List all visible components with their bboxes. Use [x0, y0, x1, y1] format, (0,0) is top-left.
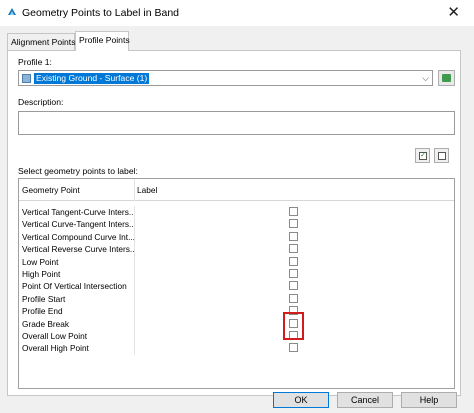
table-row: Vertical Compound Curve Int...	[19, 230, 454, 244]
geometry-point-name: Vertical Reverse Curve Inters...	[22, 244, 135, 255]
column-divider	[134, 317, 135, 330]
label-checkbox[interactable]	[289, 343, 298, 353]
check-all-button[interactable]: ✓	[415, 148, 430, 163]
geometry-point-name: Point Of Vertical Intersection	[22, 281, 127, 292]
grid-header: Geometry Point Label	[19, 179, 454, 201]
column-divider	[134, 255, 135, 268]
annotation-highlight-box	[283, 312, 304, 340]
column-divider	[134, 230, 135, 244]
label-checkbox[interactable]	[289, 207, 298, 216]
table-row: Overall High Point	[19, 342, 454, 355]
table-row: Overall Low Point	[19, 330, 454, 343]
geometry-point-name: Profile End	[22, 306, 63, 317]
uncheck-all-icon	[438, 152, 446, 160]
chevron-down-icon[interactable]: ⌵	[422, 73, 429, 84]
table-row: Profile Start	[19, 292, 454, 306]
table-row: Vertical Curve-Tangent Inters...	[19, 218, 454, 231]
label-checkbox[interactable]	[289, 256, 298, 266]
table-row: Vertical Tangent-Curve Inters...	[19, 206, 454, 219]
column-divider	[134, 268, 135, 281]
window-title: Geometry Points to Label in Band	[22, 7, 180, 19]
table-row: Vertical Reverse Curve Inters...	[19, 243, 454, 256]
geometry-point-name: Profile Start	[22, 293, 66, 304]
column-divider	[134, 342, 135, 355]
civil3d-app-icon	[8, 8, 16, 15]
table-row: Profile End	[19, 305, 454, 318]
geometry-points-label: Select geometry points to label:	[18, 166, 138, 176]
label-checkbox[interactable]	[289, 293, 298, 303]
geometry-point-name: Vertical Curve-Tangent Inters...	[22, 219, 135, 230]
column-divider	[134, 179, 135, 201]
column-header-geometry-point[interactable]: Geometry Point	[22, 185, 80, 195]
table-row: Low Point	[19, 255, 454, 268]
description-label: Description:	[18, 97, 64, 107]
column-divider	[134, 280, 135, 293]
tab-panel-profile-points: Profile 1: Existing Ground - Surface (1)…	[7, 50, 461, 396]
cancel-button[interactable]: Cancel	[337, 392, 393, 408]
uncheck-all-button[interactable]	[434, 148, 449, 163]
help-button[interactable]: Help	[401, 392, 457, 408]
column-divider	[134, 206, 135, 219]
label-checkbox[interactable]	[289, 269, 298, 278]
table-row: High Point	[19, 268, 454, 281]
pick-from-drawing-icon	[442, 74, 451, 82]
ok-button[interactable]: OK	[273, 392, 329, 408]
profile-label: Profile 1:	[18, 57, 52, 67]
column-divider	[134, 292, 135, 306]
check-all-icon: ✓	[419, 152, 427, 160]
column-divider	[134, 243, 135, 256]
profile-selected-value: Existing Ground - Surface (1)	[32, 72, 151, 85]
geometry-point-name: Low Point	[22, 256, 59, 267]
geometry-point-name: Overall Low Point	[22, 331, 88, 341]
description-field[interactable]	[18, 111, 455, 135]
column-divider	[134, 218, 135, 231]
close-icon[interactable]: ✕	[447, 3, 460, 21]
label-checkbox[interactable]	[289, 281, 298, 291]
geometry-points-grid: Geometry Point Label Vertical Tangent-Cu…	[18, 178, 455, 389]
tab-profile-points[interactable]: Profile Points	[75, 31, 130, 51]
title-bar: Geometry Points to Label in Band ✕	[0, 0, 474, 26]
profile-surface-icon	[22, 74, 31, 83]
label-checkbox[interactable]	[289, 219, 298, 229]
geometry-point-name: Vertical Compound Curve Int...	[22, 231, 135, 242]
pick-profile-from-drawing-button[interactable]	[438, 70, 455, 86]
dialog-body: Alignment Points Profile Points Profile …	[0, 26, 474, 413]
column-header-label[interactable]: Label	[137, 185, 157, 195]
table-row: Grade Break	[19, 317, 454, 330]
tab-alignment-points[interactable]: Alignment Points	[7, 33, 76, 50]
geometry-point-name: Overall High Point	[22, 343, 89, 354]
label-checkbox[interactable]	[289, 244, 298, 254]
profile-dropdown[interactable]: Existing Ground - Surface (1) ⌵	[18, 70, 433, 86]
label-checkbox[interactable]	[289, 231, 298, 241]
geometry-point-name: Vertical Tangent-Curve Inters...	[22, 207, 135, 217]
column-divider	[134, 330, 135, 343]
geometry-point-name: High Point	[22, 269, 61, 279]
table-row: Point Of Vertical Intersection	[19, 280, 454, 293]
column-divider	[134, 305, 135, 318]
geometry-point-name: Grade Break	[22, 318, 70, 329]
